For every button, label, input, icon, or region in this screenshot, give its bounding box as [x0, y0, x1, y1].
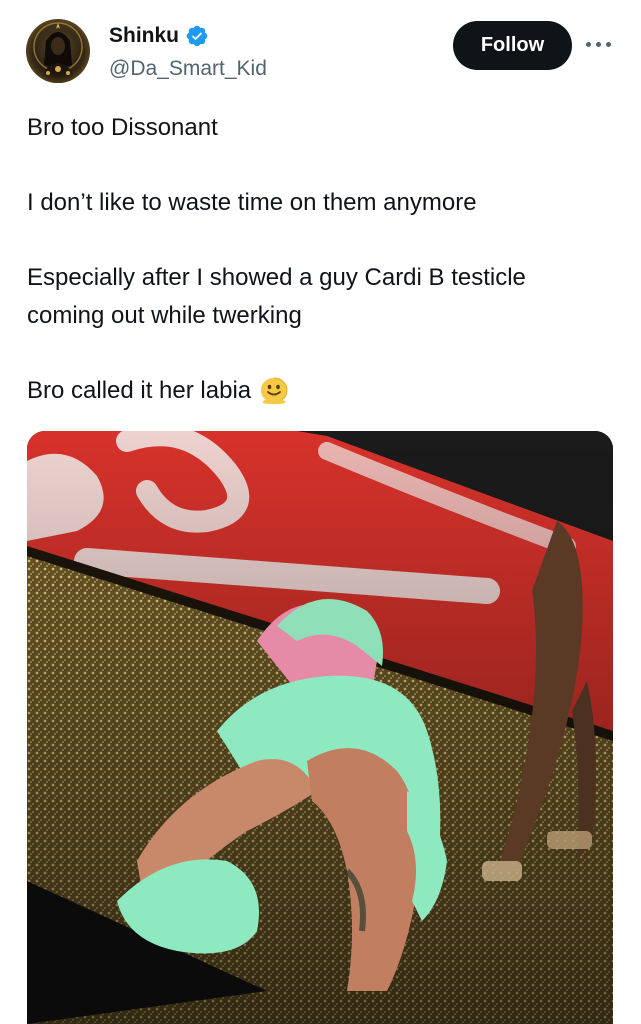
tweet-paragraph: Especially after I showed a guy Cardi B …: [27, 264, 526, 329]
stage-photo-image: [27, 431, 613, 1024]
tweet-paragraph: Bro too Dissonant: [27, 114, 218, 141]
melting-face-emoji-icon: [259, 376, 289, 406]
more-options-icon[interactable]: [585, 34, 613, 54]
author-handle[interactable]: @Da_Smart_Kid: [109, 56, 267, 82]
tweet-paragraph: I don’t like to waste time on them anymo…: [27, 189, 477, 216]
tweet-paragraph: Bro called it her labia: [27, 377, 252, 404]
tweet-header: Shinku @Da_Smart_Kid Follow: [0, 0, 641, 100]
follow-button[interactable]: Follow: [453, 21, 572, 70]
tweet-last-line: Bro called it her labia: [27, 372, 607, 410]
author-name-row: Shinku: [109, 23, 209, 49]
tweet-media-photo[interactable]: [27, 431, 613, 1024]
verified-badge-icon: [185, 24, 209, 48]
author-display-name[interactable]: Shinku: [109, 23, 179, 49]
avatar[interactable]: [26, 19, 90, 83]
tweet-text: Bro too Dissonant I don’t like to waste …: [27, 109, 607, 410]
